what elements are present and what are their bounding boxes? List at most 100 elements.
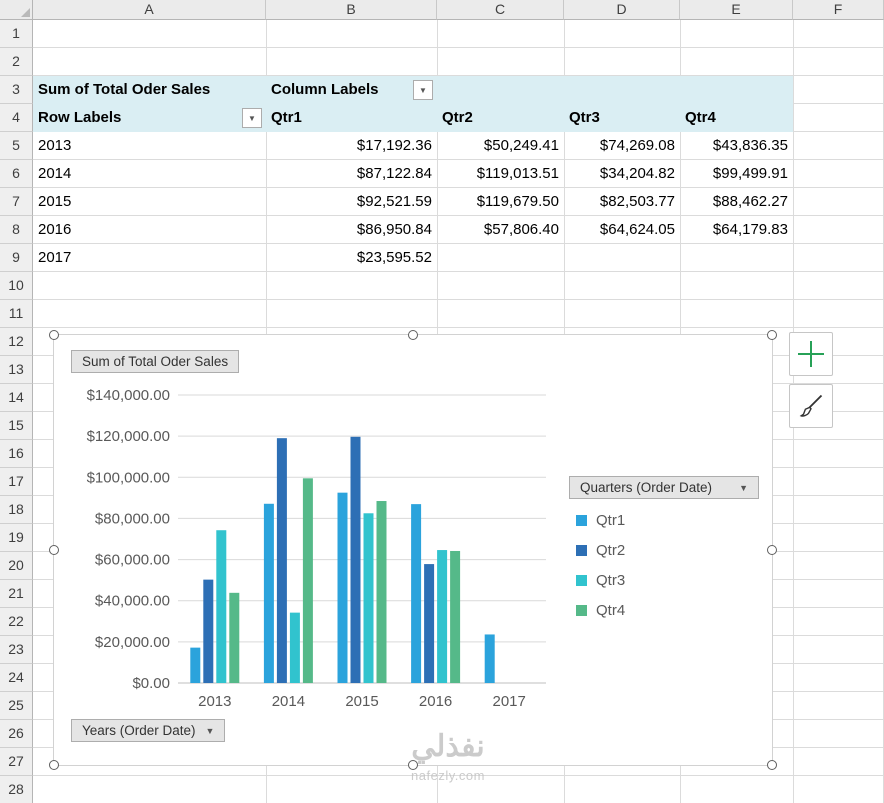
- legend-item-qtr3[interactable]: Qtr3: [569, 572, 765, 589]
- chart-elements-button[interactable]: [789, 332, 833, 376]
- row-header-19[interactable]: 19: [0, 524, 33, 552]
- cell-value[interactable]: $50,249.41: [437, 132, 564, 160]
- bar-qtr1-2014[interactable]: [263, 503, 274, 683]
- resize-handle-top-middle[interactable]: [408, 330, 418, 340]
- y-tick-label: $100,000.00: [87, 469, 170, 486]
- y-tick-label: $20,000.00: [95, 634, 170, 651]
- column-labels-filter-button[interactable]: ▼: [413, 80, 433, 100]
- bar-qtr4-2013[interactable]: [229, 592, 240, 683]
- row-header-9[interactable]: 9: [0, 244, 33, 272]
- row-header-22[interactable]: 22: [0, 608, 33, 636]
- bar-qtr4-2016[interactable]: [450, 550, 461, 683]
- cell-value[interactable]: $92,521.59: [266, 188, 437, 216]
- row-header-8[interactable]: 8: [0, 216, 33, 244]
- resize-handle-top-right[interactable]: [767, 330, 777, 340]
- column-header-e[interactable]: E: [680, 0, 793, 20]
- legend-field-button[interactable]: Quarters (Order Date) ▼: [569, 476, 759, 499]
- select-all-corner[interactable]: [0, 0, 33, 20]
- cell-row-label[interactable]: 2017: [33, 244, 266, 272]
- cell-value[interactable]: $82,503.77: [564, 188, 680, 216]
- row-header-18[interactable]: 18: [0, 496, 33, 524]
- cell-value[interactable]: $86,950.84: [266, 216, 437, 244]
- bar-qtr3-2014[interactable]: [289, 612, 300, 683]
- column-header-d[interactable]: D: [564, 0, 680, 20]
- column-header-b[interactable]: B: [266, 0, 437, 20]
- row-header-26[interactable]: 26: [0, 720, 33, 748]
- resize-handle-top-left[interactable]: [49, 330, 59, 340]
- row-header-27[interactable]: 27: [0, 748, 33, 776]
- resize-handle-middle-left[interactable]: [49, 545, 59, 555]
- bar-qtr4-2014[interactable]: [302, 478, 313, 683]
- row-header-28[interactable]: 28: [0, 776, 33, 803]
- bar-qtr4-2015[interactable]: [376, 501, 387, 683]
- bar-qtr3-2016[interactable]: [437, 550, 448, 683]
- cell-row-label[interactable]: 2016: [33, 216, 266, 244]
- row-header-14[interactable]: 14: [0, 384, 33, 412]
- cell-value[interactable]: $43,836.35: [680, 132, 793, 160]
- row-header-7[interactable]: 7: [0, 188, 33, 216]
- bar-qtr1-2016[interactable]: [411, 504, 422, 683]
- bar-qtr1-2017[interactable]: [484, 634, 495, 683]
- cell-value[interactable]: $64,624.05: [564, 216, 680, 244]
- row-header-21[interactable]: 21: [0, 580, 33, 608]
- row-header-10[interactable]: 10: [0, 272, 33, 300]
- legend-item-qtr4[interactable]: Qtr4: [569, 602, 765, 619]
- row-header-13[interactable]: 13: [0, 356, 33, 384]
- cell-value[interactable]: $34,204.82: [564, 160, 680, 188]
- cell-value[interactable]: $99,499.91: [680, 160, 793, 188]
- legend-swatch: [576, 575, 587, 586]
- row-header-16[interactable]: 16: [0, 440, 33, 468]
- row-header-15[interactable]: 15: [0, 412, 33, 440]
- cell-value[interactable]: $87,122.84: [266, 160, 437, 188]
- row-header-3[interactable]: 3: [0, 76, 33, 104]
- bar-qtr2-2015[interactable]: [350, 436, 361, 683]
- cell-row-label[interactable]: 2013: [33, 132, 266, 160]
- row-header-11[interactable]: 11: [0, 300, 33, 328]
- row-header-1[interactable]: 1: [0, 20, 33, 48]
- bar-qtr2-2016[interactable]: [424, 564, 435, 683]
- row-header-6[interactable]: 6: [0, 160, 33, 188]
- row-header-4[interactable]: 4: [0, 104, 33, 132]
- row-header-24[interactable]: 24: [0, 664, 33, 692]
- cell-row-label[interactable]: 2014: [33, 160, 266, 188]
- cell-value[interactable]: $119,013.51: [437, 160, 564, 188]
- column-header-a[interactable]: A: [33, 0, 266, 20]
- column-header-c[interactable]: C: [437, 0, 564, 20]
- resize-handle-middle-right[interactable]: [767, 545, 777, 555]
- legend-swatch: [576, 605, 587, 616]
- bar-qtr3-2015[interactable]: [363, 513, 374, 683]
- pivot-chart[interactable]: $0.00 $20,000.00 $40,000.00 $60,000.00 $80,0…: [49, 330, 777, 770]
- bar-qtr1-2015[interactable]: [337, 492, 348, 683]
- column-header-f[interactable]: F: [793, 0, 884, 20]
- resize-handle-bottom-right[interactable]: [767, 760, 777, 770]
- row-header-12[interactable]: 12: [0, 328, 33, 356]
- resize-handle-bottom-middle[interactable]: [408, 760, 418, 770]
- cell-value[interactable]: $17,192.36: [266, 132, 437, 160]
- legend-item-qtr1[interactable]: Qtr1: [569, 512, 765, 529]
- cell-value[interactable]: $119,679.50: [437, 188, 564, 216]
- cell-value[interactable]: $57,806.40: [437, 216, 564, 244]
- y-tick-label: $80,000.00: [95, 510, 170, 527]
- bar-qtr3-2013[interactable]: [216, 530, 227, 683]
- bar-qtr1-2013[interactable]: [190, 647, 201, 683]
- row-header-25[interactable]: 25: [0, 692, 33, 720]
- cell-value[interactable]: $74,269.08: [564, 132, 680, 160]
- row-header-23[interactable]: 23: [0, 636, 33, 664]
- legend-item-qtr2[interactable]: Qtr2: [569, 542, 765, 559]
- chart-styles-button[interactable]: [789, 384, 833, 428]
- bar-qtr2-2013[interactable]: [203, 579, 214, 683]
- row-labels-filter-button[interactable]: ▼: [242, 108, 262, 128]
- bar-qtr2-2014[interactable]: [276, 438, 287, 683]
- row-header-20[interactable]: 20: [0, 552, 33, 580]
- resize-handle-bottom-left[interactable]: [49, 760, 59, 770]
- legend-label: Qtr4: [596, 602, 626, 619]
- axis-field-button[interactable]: Years (Order Date) ▼: [71, 719, 226, 742]
- row-header-2[interactable]: 2: [0, 48, 33, 76]
- cell-row-label[interactable]: 2015: [33, 188, 266, 216]
- cell-value[interactable]: $88,462.27: [680, 188, 793, 216]
- row-header-17[interactable]: 17: [0, 468, 33, 496]
- chart-title-field-button[interactable]: Sum of Total Oder Sales: [71, 350, 240, 373]
- cell-value[interactable]: $64,179.83: [680, 216, 793, 244]
- cell-value[interactable]: $23,595.52: [266, 244, 437, 272]
- row-header-5[interactable]: 5: [0, 132, 33, 160]
